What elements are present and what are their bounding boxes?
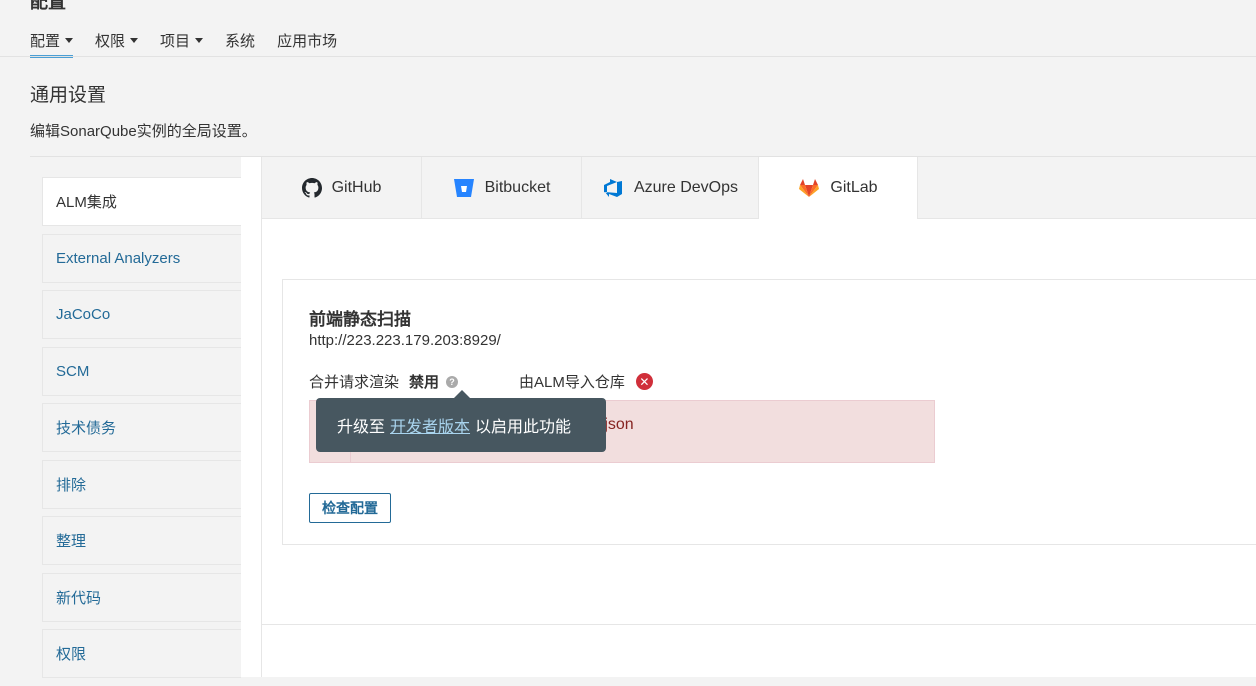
- mr-decoration-feature: 合并请求渲染 禁用 ?: [309, 371, 459, 392]
- sidebar-item-technical-debt[interactable]: 技术债务: [42, 403, 241, 452]
- nav-item-permissions[interactable]: 权限: [95, 28, 139, 56]
- nav-item-label: 应用市场: [277, 32, 338, 50]
- tab-label: GitHub: [331, 178, 382, 196]
- sidebar-item-alm[interactable]: ALM集成: [42, 177, 241, 226]
- azure-devops-icon: [603, 178, 622, 197]
- config-url: http://223.223.179.203:8929/: [309, 332, 501, 349]
- page-heading: 配置: [30, 0, 66, 12]
- nav-item-label: 系统: [225, 32, 256, 50]
- caret-down-icon: [195, 37, 204, 43]
- import-feature: 由ALM导入仓库 ✕: [519, 371, 653, 392]
- section-title: 通用设置: [30, 85, 107, 106]
- tab-bitbucket[interactable]: Bitbucket: [422, 157, 582, 218]
- section-description: 编辑SonarQube实例的全局设置。: [30, 123, 257, 140]
- tab-label: Azure DevOps: [633, 178, 739, 196]
- tooltip-suffix: 以启用此功能: [475, 419, 572, 436]
- nav-item-projects[interactable]: 项目: [160, 28, 204, 56]
- sidebar-item-permissions[interactable]: 权限: [42, 629, 241, 678]
- gitlab-icon: [799, 179, 820, 197]
- developer-edition-link[interactable]: 开发者版本: [390, 413, 470, 437]
- config-name: 前端静态扫描: [309, 310, 411, 329]
- sidebar-item-exclusions[interactable]: 排除: [42, 459, 241, 509]
- feature-label: 合并请求渲染: [309, 374, 400, 391]
- settings-sidebar: ALM集成 External Analyzers JaCoCo SCM 技术债务…: [42, 177, 241, 686]
- caret-down-icon: [65, 37, 74, 43]
- caret-down-icon: [130, 37, 139, 43]
- tab-github[interactable]: GitHub: [262, 157, 422, 218]
- sidebar-item-external-analyzers[interactable]: External Analyzers: [42, 233, 241, 283]
- panel-bottom-divider: [262, 624, 1256, 625]
- bitbucket-icon: [453, 178, 474, 197]
- sidebar-item-housekeeping[interactable]: 整理: [42, 516, 241, 565]
- nav-item-system[interactable]: 系统: [225, 28, 255, 56]
- sidebar-item-new-code[interactable]: 新代码: [42, 572, 241, 622]
- tab-azure-devops[interactable]: Azure DevOps: [582, 157, 759, 218]
- tab-gitlab[interactable]: GitLab: [759, 157, 918, 219]
- nav-divider: [0, 56, 1256, 57]
- error-icon: ✕: [635, 373, 653, 390]
- sidebar-item-jacoco[interactable]: JaCoCo: [42, 290, 241, 339]
- feature-label: 由ALM导入仓库: [519, 374, 625, 391]
- panel-border: [261, 157, 262, 677]
- nav-item-marketplace[interactable]: 应用市场: [277, 28, 337, 56]
- nav-item-label: 配置: [30, 32, 61, 50]
- upgrade-tooltip: 升级至 开发者版本 以启用此功能: [316, 390, 606, 452]
- help-icon[interactable]: ?: [446, 375, 459, 388]
- top-nav: 配置 权限 项目 系统 应用市场: [30, 28, 359, 58]
- tooltip-prefix: 升级至: [337, 419, 386, 436]
- tab-label: Bitbucket: [484, 178, 551, 196]
- nav-item-label: 项目: [160, 32, 191, 50]
- nav-item-label: 权限: [95, 32, 126, 50]
- github-icon: [301, 177, 322, 198]
- sidebar-item-scm[interactable]: SCM: [42, 346, 241, 396]
- check-config-button[interactable]: 检查配置: [309, 493, 391, 523]
- nav-item-config[interactable]: 配置: [30, 28, 74, 58]
- tab-label: GitLab: [830, 179, 878, 196]
- feature-status: 禁用: [409, 374, 440, 391]
